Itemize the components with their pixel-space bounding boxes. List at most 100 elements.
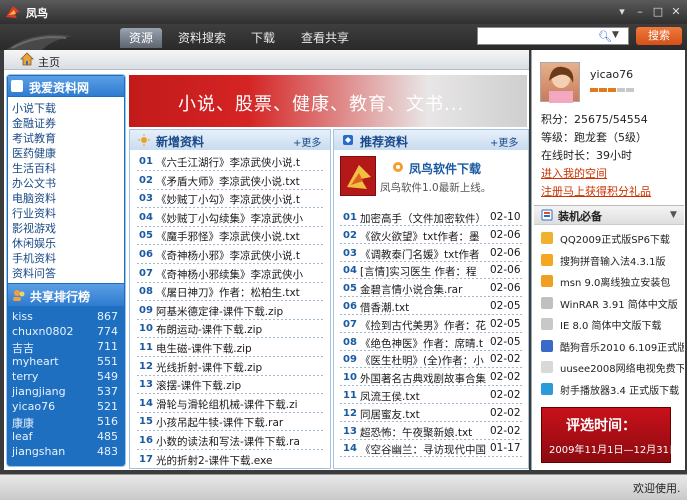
ranking-name[interactable]: leaf	[12, 430, 32, 443]
list-item-date: 02-02	[490, 353, 521, 366]
list-separator	[137, 207, 325, 209]
tab-shared[interactable]: 查看共享	[298, 28, 352, 48]
list-item-link[interactable]: 《六壬江湖行》李凉武侠小说.t	[156, 155, 326, 170]
list-item-link[interactable]: 光线折射-课件下载.zip	[156, 360, 326, 375]
ranking-name[interactable]: yicao76	[12, 400, 55, 413]
register-gift-link[interactable]: 注册马上获得积分礼品	[541, 183, 651, 199]
sidebar-category-item[interactable]: 行业资料	[12, 205, 56, 221]
list-item-link[interactable]: 阿基米德定律-课件下载.zip	[156, 304, 326, 319]
close-button[interactable]: ✕	[668, 4, 684, 20]
sidebar-category-item[interactable]: 办公文书	[12, 175, 56, 191]
install-item-link[interactable]: 射手播放器3.4 正式版下载	[560, 382, 684, 397]
list-separator	[137, 356, 325, 357]
list-item-link[interactable]: 小孩吊起牛犊-课件下载.rar	[156, 415, 326, 430]
list-item-link[interactable]: 《调教泰门名媛》txt作者	[360, 247, 486, 262]
list-separator	[137, 318, 325, 320]
list-item-link[interactable]: 《魔手邪怪》李凉武侠小说.txt	[156, 229, 326, 244]
breadcrumb-home[interactable]: 主页	[38, 54, 60, 70]
install-item-link[interactable]: 酷狗音乐2010 6.109正式版	[560, 339, 684, 354]
list-item-link[interactable]: 小数的读法和写法-课件下载.ra	[156, 434, 326, 449]
ranking-name[interactable]: jiangshan	[12, 445, 65, 458]
ranking-name[interactable]: 康康	[12, 415, 34, 431]
install-item-link[interactable]: IE 8.0 简体中文版下载	[560, 317, 684, 332]
list-item-number: 14	[343, 443, 357, 455]
list-item-number: 16	[139, 435, 153, 446]
list-item-link[interactable]: 《屠日神刀》作者：松柏生.txt	[156, 285, 326, 300]
avatar[interactable]	[540, 62, 580, 103]
list-item-link[interactable]: 《绝色神医》作者：席晴.t	[360, 336, 486, 351]
list-item-link[interactable]: [言情]实习医生 作者：程	[360, 264, 486, 279]
search-button[interactable]: 搜索	[636, 27, 682, 45]
list-item-link[interactable]: 滑轮与滑轮组机械-课件下载.zi	[156, 397, 326, 412]
fengniao-software-image[interactable]	[340, 156, 376, 196]
search-dropdown-icon[interactable]: ▼	[612, 30, 619, 40]
sidebar-category-item[interactable]: 休闲娱乐	[12, 235, 56, 251]
sidebar-category-item[interactable]: 金融证券	[12, 115, 56, 131]
list-item-link[interactable]: 《空谷幽兰：寻访现代中国	[360, 442, 486, 457]
sidebar-category-item[interactable]: 小说下载	[12, 100, 56, 116]
recommended-more-link[interactable]: +更多	[490, 134, 518, 149]
sidebar-category-item[interactable]: 电脑资料	[12, 190, 56, 206]
feature-title[interactable]: 凤鸟软件下载	[409, 160, 481, 177]
search-icon[interactable]: 🔍︎	[598, 30, 612, 43]
list-item-link[interactable]: 《矛盾大师》李凉武侠小说.txt	[156, 174, 326, 189]
sidebar-category-item[interactable]: 影视游戏	[12, 220, 56, 236]
list-item-link[interactable]: 《奇神杨小邪》李凉武侠小说.t	[156, 248, 326, 263]
ranking-name[interactable]: chuxn0802	[12, 325, 73, 338]
install-item-link[interactable]: 搜狗拼音输入法4.3.1版	[560, 253, 684, 268]
list-item-link[interactable]: 超恐怖：午夜聚新娘.txt	[360, 425, 486, 440]
sidebar-category-item[interactable]: 医药健康	[12, 145, 56, 161]
minimize-button[interactable]: –	[632, 4, 648, 20]
ranking-name[interactable]: 吉吉	[12, 340, 34, 356]
ranking-name[interactable]: kiss	[12, 310, 33, 323]
list-separator	[137, 225, 325, 227]
list-item-number: 09	[139, 304, 153, 316]
list-item-link[interactable]: 《医生杜明》(全)作者：小	[360, 353, 486, 368]
list-item-link[interactable]: 凤流王侯.txt	[360, 389, 486, 404]
install-item-link[interactable]: WinRAR 3.91 简体中文版	[560, 296, 684, 311]
list-item-number: 12	[343, 407, 357, 419]
list-item-link[interactable]: 同居蜜友.txt	[360, 407, 486, 422]
install-item-link[interactable]: uusee2008网络电视免费下载	[560, 360, 684, 375]
install-item-link[interactable]: QQ2009正式版SP6下载	[560, 231, 684, 246]
list-separator	[137, 393, 325, 395]
close-icon: ✕	[671, 5, 681, 18]
people-icon	[13, 290, 25, 301]
list-item-link[interactable]: 布朗运动-课件下载.zip	[156, 322, 326, 337]
my-space-link[interactable]: 进入我的空间	[541, 165, 607, 181]
list-item-link[interactable]: 《妙贼丁小勾》李凉武侠小说.t	[156, 192, 326, 207]
ranking-value: 711	[97, 340, 118, 353]
list-item-link[interactable]: 光的折射2-课件下载.exe	[156, 453, 326, 468]
ranking-name[interactable]: myheart	[12, 355, 59, 368]
sidebar-category-item[interactable]: 资料问答	[12, 265, 56, 281]
ranking-name[interactable]: jiangjiang	[12, 385, 66, 398]
list-item-link[interactable]: 《欲火欲望》txt作者：墨	[360, 229, 486, 244]
list-item-link[interactable]: 金碧言情小说合集.rar	[360, 282, 486, 297]
maximize-button[interactable]: □	[650, 4, 666, 20]
collapse-arrow-icon[interactable]: ▼	[670, 210, 677, 220]
install-item-link[interactable]: msn 9.0离线独立安装包	[560, 274, 684, 289]
list-item-link[interactable]: 滚摆-课件下载.zip	[156, 378, 326, 393]
ie-icon	[541, 318, 553, 330]
list-item-link[interactable]: 《奇神杨小邪续集》李凉武侠小	[156, 267, 326, 282]
sidebar-category-item[interactable]: 手机资料	[12, 250, 56, 266]
list-item-link[interactable]: 外国著名古典戏剧故事合集	[360, 371, 486, 386]
list-item-number: 15	[139, 416, 153, 428]
list-item-link[interactable]: 电生磁-课件下载.zip	[156, 341, 326, 356]
sidebar-category-item[interactable]: 考试教育	[12, 130, 56, 146]
list-separator	[137, 449, 325, 450]
list-item-link[interactable]: 《捡到古代美男》作者：花	[360, 318, 486, 333]
new-resources-more-link[interactable]: +更多	[293, 134, 321, 149]
tab-download[interactable]: 下载	[246, 28, 280, 48]
tab-search[interactable]: 资料搜索	[172, 28, 232, 48]
sidebar-category-item[interactable]: 生活百科	[12, 160, 56, 176]
list-separator	[340, 278, 524, 280]
ad-title: 评选时间：	[566, 418, 636, 434]
ranking-name[interactable]: terry	[12, 370, 38, 383]
tab-resources[interactable]: 资源	[120, 28, 162, 48]
list-item-link[interactable]: 加密高手（文件加密软件）	[360, 211, 486, 226]
list-item-link[interactable]: 借香潮.txt	[360, 300, 486, 315]
list-item-link[interactable]: 《妙贼丁小勾续集》李凉武侠小	[156, 211, 326, 226]
menu-dropdown-button[interactable]: ▾	[614, 4, 630, 20]
qq-icon	[541, 232, 553, 244]
